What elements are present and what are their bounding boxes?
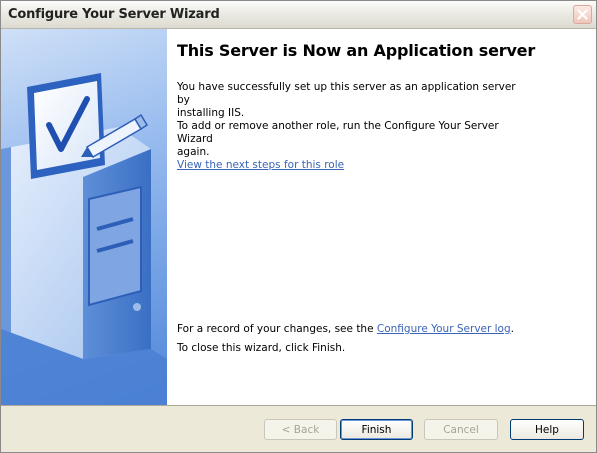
role-line-1: To add or remove another role, run the C… (177, 120, 499, 145)
next-steps-row: View the next steps for this role (177, 159, 517, 172)
side-panel (1, 29, 167, 405)
main-panel: This Server is Now an Application server… (167, 29, 596, 405)
help-button[interactable]: Help (510, 419, 584, 440)
page-heading: This Server is Now an Application server (177, 41, 536, 60)
record-message: For a record of your changes, see the Co… (177, 323, 597, 336)
back-button[interactable]: < Back (264, 419, 337, 440)
wizard-content: This Server is Now an Application server… (1, 29, 596, 405)
success-line-2: installing IIS. (177, 107, 245, 119)
server-checklist-illustration (1, 73, 167, 405)
record-suffix: . (510, 323, 514, 335)
cancel-button[interactable]: Cancel (424, 419, 498, 440)
window-title: Configure Your Server Wizard (8, 7, 220, 22)
next-steps-link[interactable]: View the next steps for this role (177, 159, 344, 171)
role-line-2: again. (177, 146, 210, 158)
close-instruction: To close this wizard, click Finish. (177, 342, 346, 354)
success-message: You have successfully set up this server… (177, 81, 517, 120)
record-prefix: For a record of your changes, see the (177, 323, 377, 335)
role-message: To add or remove another role, run the C… (177, 120, 517, 159)
close-icon (577, 9, 588, 20)
success-line-1: You have successfully set up this server… (177, 81, 516, 106)
button-bar: < Back Finish Cancel Help (1, 406, 596, 452)
close-button[interactable] (573, 5, 592, 24)
wizard-window: Configure Your Server Wizard This Server… (0, 0, 597, 453)
server-log-link[interactable]: Configure Your Server log (377, 323, 511, 335)
title-bar[interactable]: Configure Your Server Wizard (1, 1, 596, 29)
finish-button[interactable]: Finish (340, 419, 413, 440)
